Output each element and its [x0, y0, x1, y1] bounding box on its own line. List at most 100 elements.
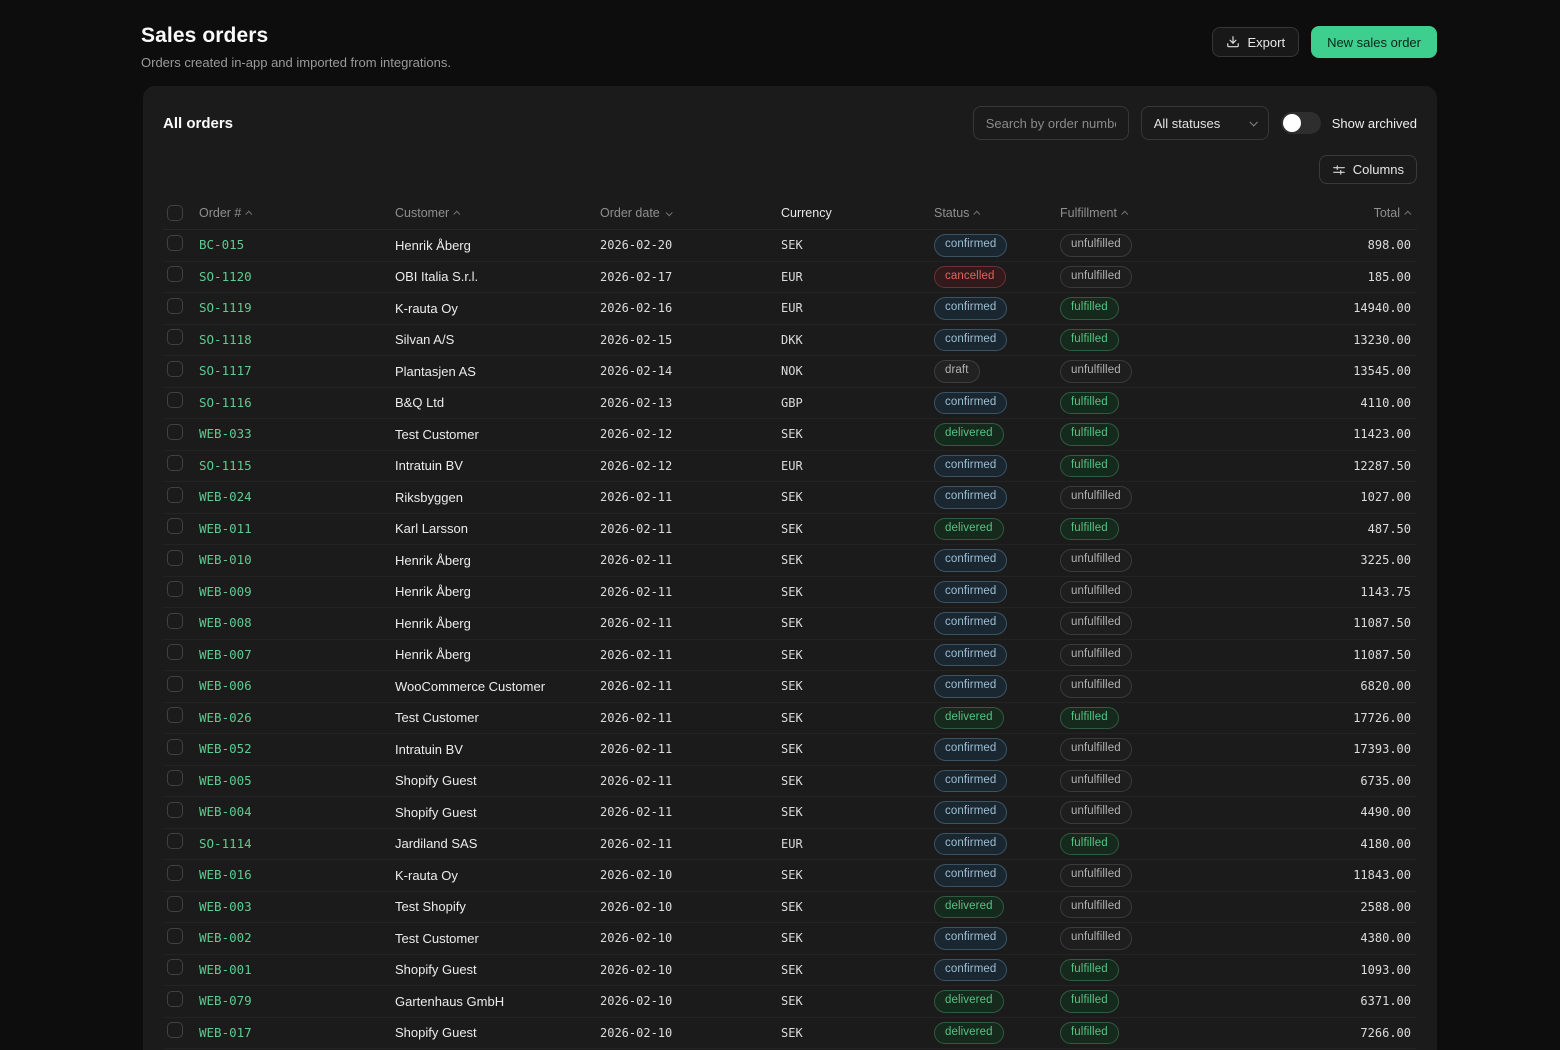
order-number-link[interactable]: WEB-016 — [199, 867, 252, 882]
table-row[interactable]: WEB-007 Henrik Åberg 2026-02-11 SEK conf… — [163, 640, 1417, 671]
row-checkbox[interactable] — [167, 234, 183, 251]
row-checkbox[interactable] — [167, 486, 183, 503]
table-row[interactable]: WEB-003 Test Shopify 2026-02-10 SEK deli… — [163, 892, 1417, 923]
order-number-link[interactable]: WEB-033 — [199, 426, 252, 441]
row-checkbox[interactable] — [167, 423, 183, 440]
row-checkbox[interactable] — [167, 896, 183, 913]
columns-button[interactable]: Columns — [1318, 155, 1417, 184]
column-header-customer[interactable]: Customer — [395, 206, 600, 220]
table-row[interactable]: SO-1119 K-rauta Oy 2026-02-16 EUR confir… — [163, 293, 1417, 325]
order-number-cell: WEB-010 — [199, 551, 395, 569]
order-number-link[interactable]: WEB-005 — [199, 773, 252, 788]
table-row[interactable]: WEB-079 Gartenhaus GmbH 2026-02-10 SEK d… — [163, 986, 1417, 1018]
column-header-order[interactable]: Order # — [199, 206, 395, 220]
row-checkbox[interactable] — [167, 864, 183, 881]
order-number-link[interactable]: WEB-024 — [199, 489, 252, 504]
row-checkbox[interactable] — [167, 581, 183, 598]
order-number-link[interactable]: SO-1114 — [199, 836, 252, 851]
fulfillment-badge: unfulfilled — [1060, 801, 1132, 824]
column-header-total[interactable]: Total — [1230, 206, 1417, 220]
table-row[interactable]: WEB-052 Intratuin BV 2026-02-11 SEK conf… — [163, 734, 1417, 766]
select-all-checkbox[interactable] — [167, 205, 183, 221]
order-number-link[interactable]: WEB-004 — [199, 804, 252, 819]
order-number-link[interactable]: BC-015 — [199, 237, 244, 252]
table-row[interactable]: WEB-004 Shopify Guest 2026-02-11 SEK con… — [163, 797, 1417, 829]
order-number-link[interactable]: SO-1117 — [199, 363, 252, 378]
row-checkbox[interactable] — [167, 329, 183, 346]
order-number-link[interactable]: WEB-002 — [199, 930, 252, 945]
table-row[interactable]: WEB-010 Henrik Åberg 2026-02-11 SEK conf… — [163, 545, 1417, 577]
order-number-link[interactable]: SO-1116 — [199, 395, 252, 410]
row-checkbox[interactable] — [167, 707, 183, 724]
table-row[interactable]: WEB-008 Henrik Åberg 2026-02-11 SEK conf… — [163, 608, 1417, 640]
table-row[interactable]: SO-1120 OBI Italia S.r.l. 2026-02-17 EUR… — [163, 262, 1417, 293]
search-input[interactable] — [972, 106, 1129, 140]
row-checkbox[interactable] — [167, 518, 183, 535]
order-number-link[interactable]: WEB-003 — [199, 899, 252, 914]
order-number-link[interactable]: WEB-010 — [199, 552, 252, 567]
order-number-link[interactable]: WEB-007 — [199, 647, 252, 662]
export-button[interactable]: Export — [1212, 27, 1300, 57]
table-row[interactable]: WEB-017 Shopify Guest 2026-02-10 SEK del… — [163, 1018, 1417, 1049]
column-header-status[interactable]: Status — [934, 206, 1060, 220]
status-badge: confirmed — [934, 769, 1008, 792]
table-row[interactable]: WEB-005 Shopify Guest 2026-02-11 SEK con… — [163, 766, 1417, 797]
row-checkbox[interactable] — [167, 990, 183, 1007]
currency-cell: SEK — [781, 647, 803, 662]
row-checkbox[interactable] — [167, 959, 183, 976]
table-row[interactable]: WEB-002 Test Customer 2026-02-10 SEK con… — [163, 923, 1417, 955]
order-number-link[interactable]: WEB-052 — [199, 741, 252, 756]
order-number-link[interactable]: WEB-017 — [199, 1025, 252, 1040]
table-row[interactable]: SO-1115 Intratuin BV 2026-02-12 EUR conf… — [163, 451, 1417, 482]
table-row[interactable]: SO-1118 Silvan A/S 2026-02-15 DKK confir… — [163, 325, 1417, 356]
order-number-link[interactable]: WEB-011 — [199, 521, 252, 536]
column-header-order-date[interactable]: Order date — [600, 206, 781, 220]
table-row[interactable]: SO-1117 Plantasjen AS 2026-02-14 NOK dra… — [163, 356, 1417, 388]
row-checkbox[interactable] — [167, 297, 183, 314]
order-date-cell: 2026-02-17 — [600, 269, 673, 284]
row-checkbox[interactable] — [167, 801, 183, 818]
order-number-link[interactable]: SO-1118 — [199, 332, 252, 347]
status-badge: confirmed — [934, 580, 1008, 603]
order-number-link[interactable]: SO-1115 — [199, 458, 252, 473]
column-header-fulfillment[interactable]: Fulfillment — [1060, 206, 1230, 220]
table-row[interactable]: WEB-026 Test Customer 2026-02-11 SEK del… — [163, 703, 1417, 734]
table-row[interactable]: WEB-006 WooCommerce Customer 2026-02-11 … — [163, 671, 1417, 703]
table-row[interactable]: SO-1116 B&Q Ltd 2026-02-13 GBP confirmed… — [163, 388, 1417, 419]
currency-cell: SEK — [781, 1025, 803, 1040]
order-number-link[interactable]: SO-1119 — [199, 300, 252, 315]
row-checkbox[interactable] — [167, 927, 183, 944]
order-number-link[interactable]: SO-1120 — [199, 269, 252, 284]
table-row[interactable]: SO-1114 Jardiland SAS 2026-02-11 EUR con… — [163, 829, 1417, 860]
row-checkbox[interactable] — [167, 738, 183, 755]
table-row[interactable]: BC-015 Henrik Åberg 2026-02-20 SEK confi… — [163, 230, 1417, 262]
order-number-link[interactable]: WEB-026 — [199, 710, 252, 725]
row-checkbox[interactable] — [167, 1022, 183, 1039]
order-number-link[interactable]: WEB-079 — [199, 993, 252, 1008]
row-checkbox[interactable] — [167, 360, 183, 377]
status-cell: confirmed — [934, 328, 1060, 351]
table-row[interactable]: WEB-001 Shopify Guest 2026-02-10 SEK con… — [163, 955, 1417, 986]
table-row[interactable]: WEB-024 Riksbyggen 2026-02-11 SEK confir… — [163, 482, 1417, 514]
row-checkbox[interactable] — [167, 612, 183, 629]
new-sales-order-button[interactable]: New sales order — [1311, 26, 1437, 58]
table-row[interactable]: WEB-011 Karl Larsson 2026-02-11 SEK deli… — [163, 514, 1417, 545]
order-number-link[interactable]: WEB-001 — [199, 962, 252, 977]
status-filter-select[interactable]: All statuses — [1140, 106, 1269, 140]
row-checkbox[interactable] — [167, 392, 183, 409]
table-row[interactable]: WEB-033 Test Customer 2026-02-12 SEK del… — [163, 419, 1417, 451]
row-checkbox[interactable] — [167, 675, 183, 692]
row-checkbox[interactable] — [167, 644, 183, 661]
order-number-link[interactable]: WEB-006 — [199, 678, 252, 693]
row-checkbox[interactable] — [167, 455, 183, 472]
row-checkbox[interactable] — [167, 549, 183, 566]
row-checkbox[interactable] — [167, 266, 183, 283]
order-number-link[interactable]: WEB-009 — [199, 584, 252, 599]
order-number-link[interactable]: WEB-008 — [199, 615, 252, 630]
row-checkbox[interactable] — [167, 770, 183, 787]
show-archived-toggle[interactable] — [1280, 112, 1321, 134]
total-cell: 1093.00 — [1360, 962, 1411, 977]
table-row[interactable]: WEB-016 K-rauta Oy 2026-02-10 SEK confir… — [163, 860, 1417, 892]
table-row[interactable]: WEB-009 Henrik Åberg 2026-02-11 SEK conf… — [163, 577, 1417, 608]
row-checkbox[interactable] — [167, 833, 183, 850]
